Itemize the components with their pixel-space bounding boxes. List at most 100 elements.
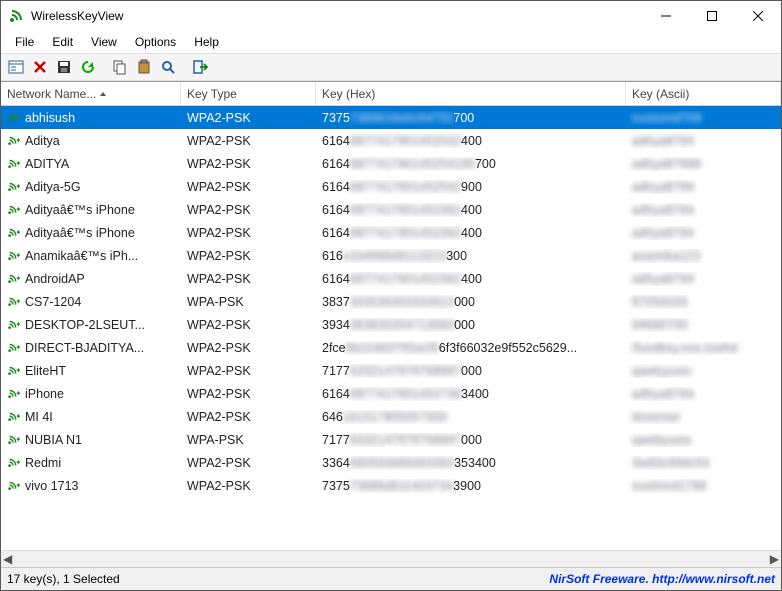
cell-key-hex: 61646877417901452362400 [316, 272, 626, 286]
cell-network-name: Aditya-5G [1, 180, 181, 194]
toolbar [1, 53, 781, 81]
status-text: 17 key(s), 1 Selected [7, 572, 549, 586]
cell-key-ascii: doverser [626, 410, 781, 424]
table-row[interactable]: Adityaâ€™s iPhoneWPA2-PSK616468774179014… [1, 221, 781, 244]
delete-icon[interactable] [29, 56, 51, 78]
col-key-hex[interactable]: Key (Hex) [316, 82, 626, 105]
cell-key-ascii: adhya8794 [626, 272, 781, 286]
cell-key-hex: 71776332147878768997000 [316, 433, 626, 447]
menu-edit[interactable]: Edit [44, 33, 81, 51]
table-row[interactable]: EliteHTWPA2-PSK71776332147878768997000qw… [1, 359, 781, 382]
cell-network-name: Adityaâ€™s iPhone [1, 203, 181, 217]
cell-key-hex: 737573686d8114037343900 [316, 479, 626, 493]
cell-network-name: DESKTOP-2LSEUT... [1, 318, 181, 332]
window-controls [643, 1, 781, 31]
cell-key-ascii: susihmd1799 [626, 479, 781, 493]
col-key-type[interactable]: Key Type [181, 82, 316, 105]
cell-key-ascii: adhya8799 [626, 180, 781, 194]
cell-network-name: vivo 1713 [1, 479, 181, 493]
cell-key-type: WPA2-PSK [181, 272, 316, 286]
window-title: WirelessKeyView [31, 9, 643, 23]
cell-key-type: WPA-PSK [181, 433, 316, 447]
cell-key-hex: 61646877417901452542900 [316, 180, 626, 194]
save-icon[interactable] [53, 56, 75, 78]
cell-network-name: Anamikaâ€™s iPh... [1, 249, 181, 263]
table-row[interactable]: RedmiWPA2-PSK33646805936893633633534003w… [1, 451, 781, 474]
properties-icon[interactable] [5, 56, 27, 78]
col-network-name[interactable]: Network Name... [1, 82, 181, 105]
cell-key-ascii: qwebyusio [626, 364, 781, 378]
menubar: File Edit View Options Help [1, 31, 781, 53]
cell-key-type: WPA2-PSK [181, 134, 316, 148]
table-row[interactable]: Adityaâ€™s iPhoneWPA2-PSK616468774179014… [1, 198, 781, 221]
table-row[interactable]: ADITYAWPA2-PSK6164687741790145254195700a… [1, 152, 781, 175]
cell-key-ascii: 87050033 [626, 295, 781, 309]
cell-key-ascii: adhya8794 [626, 203, 781, 217]
table-row[interactable]: abhisushWPA2-PSK73757369616e6c64752700su… [1, 106, 781, 129]
table-row[interactable]: Anamikaâ€™s iPh...WPA2-PSK616e1b4996d611… [1, 244, 781, 267]
cell-network-name: CS7-1204 [1, 295, 181, 309]
table-row[interactable]: MI 4IWPA2-PSK646161517805057300doverser [1, 405, 781, 428]
table-row[interactable]: DESKTOP-2LSEUT...WPA2-PSK393436393035471… [1, 313, 781, 336]
paste-icon[interactable] [133, 56, 155, 78]
cell-key-hex: 61646877417901452362400 [316, 203, 626, 217]
minimize-button[interactable] [643, 1, 689, 31]
maximize-button[interactable] [689, 1, 735, 31]
menu-file[interactable]: File [7, 33, 42, 51]
table-row[interactable]: NUBIA N1WPA-PSK71776332147878768997000qw… [1, 428, 781, 451]
cell-key-ascii: adhya8794 [626, 134, 781, 148]
cell-key-type: WPA2-PSK [181, 226, 316, 240]
cell-network-name: DIRECT-BJADITYA... [1, 341, 181, 355]
table-row[interactable]: vivo 1713WPA2-PSK737573686d8114037343900… [1, 474, 781, 497]
close-button[interactable] [735, 1, 781, 31]
cell-key-hex: 3934363930354713093000 [316, 318, 626, 332]
cell-key-hex: 3837303536303333613000 [316, 295, 626, 309]
table-row[interactable]: CS7-1204WPA-PSK3837303536303333613000870… [1, 290, 781, 313]
cell-key-ascii: anamika123 [626, 249, 781, 263]
exit-icon[interactable] [189, 56, 211, 78]
menu-help[interactable]: Help [186, 33, 227, 51]
cell-network-name: EliteHT [1, 364, 181, 378]
cell-network-name: MI 4I [1, 410, 181, 424]
cell-key-hex: 2fce8b10460795acf56f3f66032e9f552c5629..… [316, 341, 626, 355]
status-link[interactable]: NirSoft Freeware. http://www.nirsoft.net [549, 572, 775, 586]
cell-key-ascii: 94690700 [626, 318, 781, 332]
statusbar: 17 key(s), 1 Selected NirSoft Freeware. … [1, 567, 781, 590]
cell-network-name: abhisush [1, 111, 181, 125]
app-window: WirelessKeyView File Edit View Options H… [0, 0, 782, 591]
cell-key-hex: 3364680593689363363353400 [316, 456, 626, 470]
refresh-icon[interactable] [77, 56, 99, 78]
table-row[interactable]: AdityaWPA2-PSK61646877417901452542400adh… [1, 129, 781, 152]
cell-key-hex: 61646877417901452362400 [316, 226, 626, 240]
cell-key-type: WPA2-PSK [181, 364, 316, 378]
cell-network-name: NUBIA N1 [1, 433, 181, 447]
cell-key-hex: 71776332147878768997000 [316, 364, 626, 378]
copy-icon[interactable] [109, 56, 131, 78]
cell-key-ascii: adhya8794 [626, 387, 781, 401]
find-icon[interactable] [157, 56, 179, 78]
menu-view[interactable]: View [83, 33, 125, 51]
cell-key-type: WPA2-PSK [181, 111, 316, 125]
table-row[interactable]: DIRECT-BJADITYA...WPA2-PSK2fce8b10460795… [1, 336, 781, 359]
cell-key-ascii: /fusdbsy.oos.tswhd [626, 341, 781, 355]
menu-options[interactable]: Options [127, 33, 184, 51]
titlebar: WirelessKeyView [1, 1, 781, 31]
scroll-right-icon[interactable]: ▶ [770, 552, 779, 566]
cell-key-ascii: qwebyusio [626, 433, 781, 447]
horizontal-scrollbar[interactable]: ◀ ▶ [1, 550, 781, 567]
cell-key-ascii: adhya87999 [626, 157, 781, 171]
cell-key-type: WPA2-PSK [181, 410, 316, 424]
cell-key-ascii: 3w60c999c54 [626, 456, 781, 470]
cell-key-type: WPA2-PSK [181, 157, 316, 171]
table-row[interactable]: Aditya-5GWPA2-PSK61646877417901452542900… [1, 175, 781, 198]
col-key-ascii[interactable]: Key (Ascii) [626, 82, 781, 105]
table-row[interactable]: iPhoneWPA2-PSK616468774179014527363400ad… [1, 382, 781, 405]
table-row[interactable]: AndroidAPWPA2-PSK61646877417901452362400… [1, 267, 781, 290]
rows-container[interactable]: abhisushWPA2-PSK73757369616e6c64752700su… [1, 106, 781, 550]
cell-key-hex: 73757369616e6c64752700 [316, 111, 626, 125]
cell-key-hex: 61646877417901452542400 [316, 134, 626, 148]
scroll-left-icon[interactable]: ◀ [3, 552, 12, 566]
cell-network-name: Adityaâ€™s iPhone [1, 226, 181, 240]
cell-network-name: Redmi [1, 456, 181, 470]
cell-key-ascii: adhya8794 [626, 226, 781, 240]
